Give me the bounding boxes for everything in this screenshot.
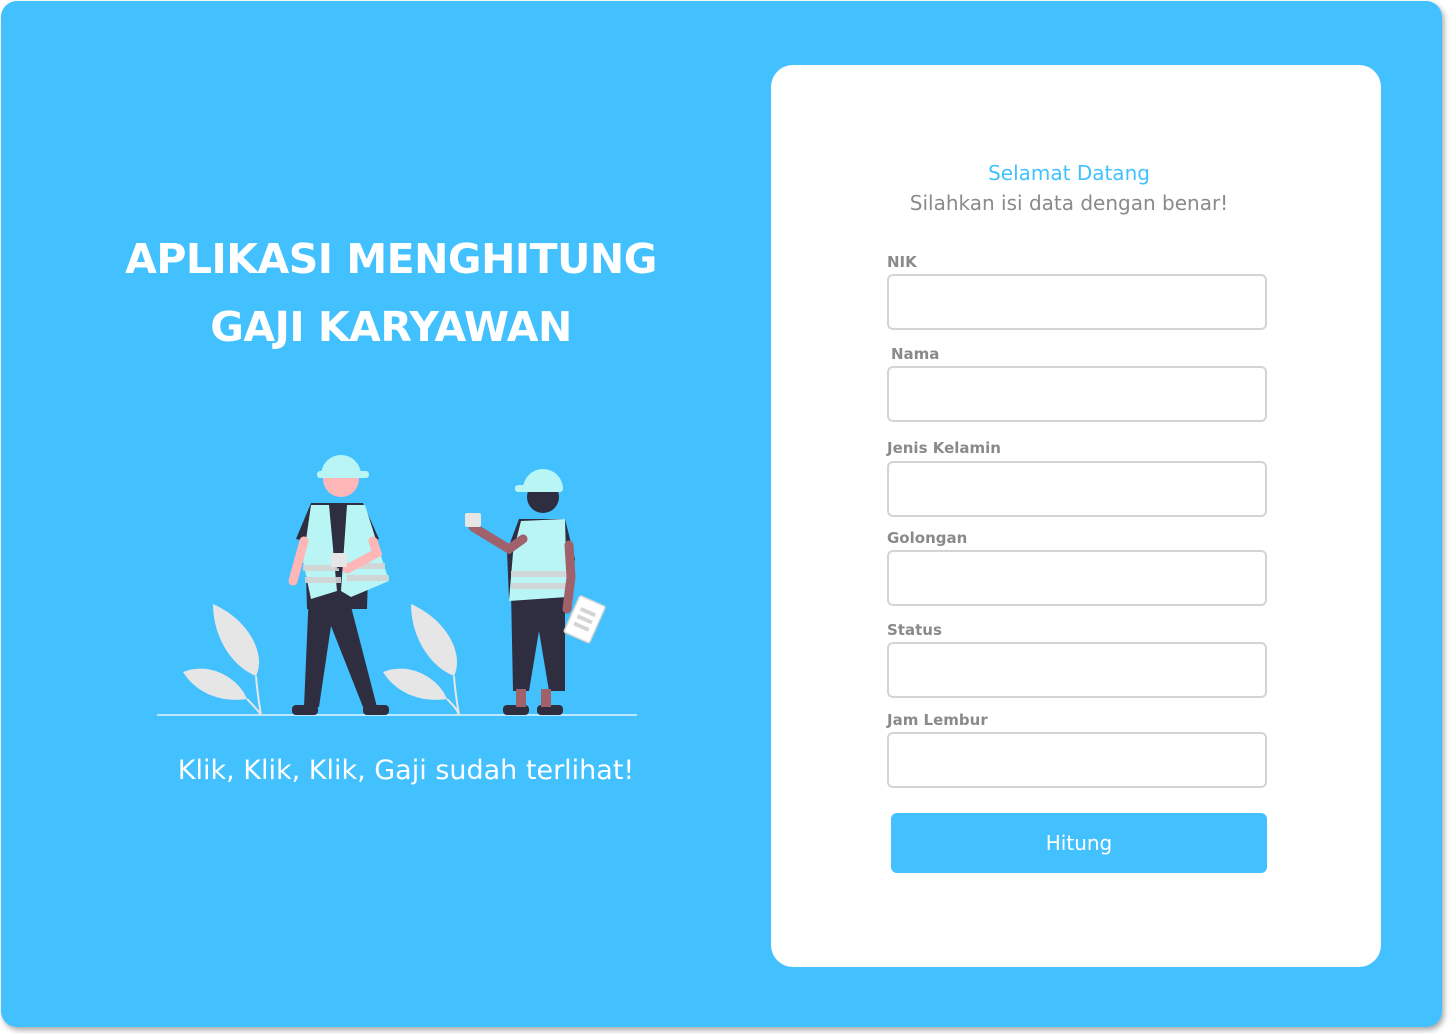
- app-window: APLIKASI MENGHITUNG GAJI KARYAWAN Klik, …: [1, 1, 1442, 1027]
- jam-lembur-label: Jam Lembur: [887, 711, 988, 729]
- status-input[interactable]: [887, 642, 1267, 698]
- golongan-label: Golongan: [887, 529, 968, 547]
- jenis-kelamin-label: Jenis Kelamin: [887, 439, 1001, 457]
- status-label: Status: [887, 621, 942, 639]
- worker-right: [465, 469, 606, 715]
- tagline: Klik, Klik, Klik, Gaji sudah terlihat!: [177, 755, 635, 786]
- jenis-kelamin-input[interactable]: [887, 461, 1267, 517]
- welcome-heading: Selamat Datang: [988, 161, 1150, 185]
- golongan-input[interactable]: [887, 550, 1267, 606]
- plant-left: [183, 604, 262, 716]
- nama-label: Nama: [891, 345, 940, 363]
- jam-lembur-input[interactable]: [887, 732, 1267, 788]
- worker-left: [288, 455, 389, 715]
- form-subtitle: Silahkan isi data dengan benar!: [909, 191, 1229, 215]
- nama-input[interactable]: [887, 366, 1267, 422]
- hitung-button[interactable]: Hitung: [891, 813, 1267, 873]
- nik-label: NIK: [887, 253, 917, 271]
- construction-workers-illustration: [157, 455, 637, 716]
- nik-input[interactable]: [887, 274, 1267, 330]
- form-card: Selamat Datang Silahkan isi data dengan …: [771, 65, 1381, 967]
- app-title-line-1: APLIKASI MENGHITUNG: [125, 235, 657, 283]
- app-title-line-2: GAJI KARYAWAN: [210, 303, 572, 351]
- plant-middle: [383, 604, 460, 716]
